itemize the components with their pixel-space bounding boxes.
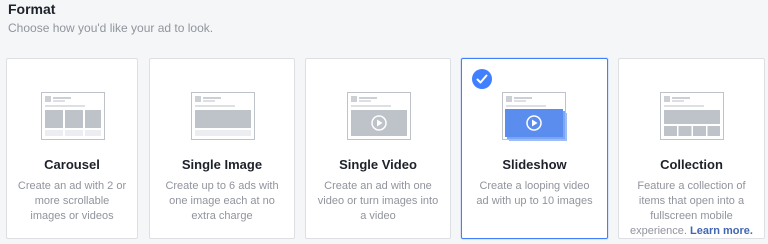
single-image-thumbnail-icon bbox=[191, 92, 255, 140]
collection-thumbnail-icon bbox=[660, 92, 724, 140]
format-title: Slideshow bbox=[502, 157, 567, 172]
format-description: Create up to 6 ads with one image each a… bbox=[165, 180, 279, 222]
format-description: Create an ad with 2 or more scrollable i… bbox=[17, 180, 127, 222]
format-card-single-image[interactable]: Single Image Create up to 6 ads with one… bbox=[149, 58, 295, 239]
slideshow-thumbnail-icon bbox=[502, 92, 568, 144]
format-card-carousel[interactable]: Carousel Create an ad with 2 or more scr… bbox=[6, 58, 138, 239]
format-title: Carousel bbox=[44, 157, 100, 172]
format-title: Single Video bbox=[339, 157, 417, 172]
format-card-single-video[interactable]: Single Video Create an ad with one video… bbox=[305, 58, 451, 239]
learn-more-link[interactable]: Learn more. bbox=[690, 225, 753, 237]
format-title: Collection bbox=[660, 157, 723, 172]
check-icon bbox=[472, 69, 492, 89]
section-subtitle: Choose how you'd like your ad to look. bbox=[8, 21, 214, 35]
format-card-collection[interactable]: Collection Feature a collection of items… bbox=[618, 58, 765, 239]
format-header: Format Choose how you'd like your ad to … bbox=[8, 0, 213, 36]
carousel-thumbnail-icon bbox=[41, 92, 105, 140]
section-title: Format bbox=[8, 1, 56, 17]
format-description: Create a looping video ad with up to 10 … bbox=[476, 180, 593, 207]
format-description: Create an ad with one video or turn imag… bbox=[317, 180, 439, 222]
format-title: Single Image bbox=[181, 157, 263, 172]
video-thumbnail-icon bbox=[347, 92, 411, 140]
format-card-slideshow[interactable]: Slideshow Create a looping video ad with… bbox=[461, 58, 608, 239]
format-description: Feature a collection of items that open … bbox=[629, 179, 754, 239]
format-options: Carousel Create an ad with 2 or more scr… bbox=[6, 58, 766, 239]
